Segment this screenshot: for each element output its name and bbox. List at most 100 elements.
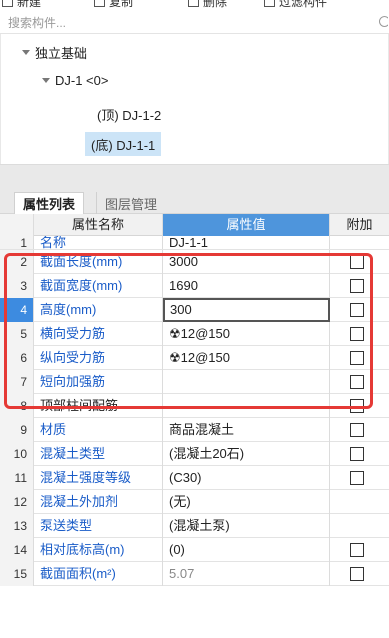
extra-checkbox[interactable]: [350, 375, 364, 389]
search-icon[interactable]: [379, 15, 388, 27]
extra-cell: [330, 490, 389, 514]
table-row[interactable]: 14 相对底标高(m) (0): [0, 538, 389, 562]
panel-splitter[interactable]: [0, 164, 389, 186]
property-name: 截面宽度(mm): [34, 274, 163, 298]
property-value[interactable]: (C30): [163, 466, 330, 490]
property-name: 高度(mm): [34, 298, 163, 322]
table-row[interactable]: 10 混凝土类型 (混凝土20石): [0, 442, 389, 466]
extra-checkbox[interactable]: [350, 303, 364, 317]
delete-icon: [188, 0, 199, 7]
property-name: 纵向受力筋: [34, 346, 163, 370]
extra-cell: [330, 562, 389, 586]
extra-cell: [330, 466, 389, 490]
property-value[interactable]: (混凝土泵): [163, 514, 330, 538]
new-icon: [2, 0, 13, 7]
property-name: 混凝土类型: [34, 442, 163, 466]
extra-checkbox[interactable]: [350, 351, 364, 365]
toolbar: 新建 复制 删除 过滤构件: [0, 0, 389, 12]
property-value[interactable]: 1690: [163, 274, 330, 298]
extra-checkbox[interactable]: [350, 543, 364, 557]
extra-cell: [330, 418, 389, 442]
property-value-editor[interactable]: 300: [163, 298, 330, 322]
tree-node-dj1[interactable]: DJ-1 <0>: [41, 68, 108, 92]
table-row[interactable]: 12 混凝土外加剂 (无): [0, 490, 389, 514]
grid-header: 属性名称 属性值 附加: [0, 214, 389, 236]
extra-checkbox[interactable]: [350, 471, 364, 485]
property-name: 截面面积(m²): [34, 562, 163, 586]
row-number: 1: [0, 236, 34, 249]
filter-label: 过滤构件: [279, 0, 328, 9]
tree-leaf-bottom-label: (底) DJ-1-1: [91, 137, 156, 153]
property-value[interactable]: (混凝土20石): [163, 442, 330, 466]
row-number: 6: [0, 346, 34, 370]
extra-cell: [330, 298, 389, 322]
expand-icon[interactable]: [41, 75, 51, 85]
table-row[interactable]: 6 纵向受力筋 ☢12@150: [0, 346, 389, 370]
extra-cell: [330, 370, 389, 394]
property-value[interactable]: (无): [163, 490, 330, 514]
new-button[interactable]: 新建: [2, 0, 41, 9]
property-value[interactable]: DJ-1-1: [163, 236, 330, 249]
table-row[interactable]: 2 截面长度(mm) 3000: [0, 250, 389, 274]
table-row[interactable]: 7 短向加强筋: [0, 370, 389, 394]
extra-cell: [330, 538, 389, 562]
table-row[interactable]: 8 顶部柱间配筋: [0, 394, 389, 418]
filter-button[interactable]: 过滤构件: [264, 0, 327, 9]
search-input[interactable]: [0, 12, 389, 34]
extra-checkbox[interactable]: [350, 447, 364, 461]
row-number: 3: [0, 274, 34, 298]
table-row[interactable]: 5 横向受力筋 ☢12@150: [0, 322, 389, 346]
tree-leaf-top-label: (顶) DJ-1-2: [97, 107, 162, 123]
table-row[interactable]: 9 材质 商品混凝土: [0, 418, 389, 442]
property-name: 名称: [34, 236, 163, 249]
delete-button[interactable]: 删除: [188, 0, 227, 9]
extra-checkbox[interactable]: [350, 567, 364, 581]
property-name: 顶部柱间配筋: [34, 394, 163, 418]
property-name: 混凝土外加剂: [34, 490, 163, 514]
table-row-selected[interactable]: 4 高度(mm) 300: [0, 298, 389, 322]
header-extra[interactable]: 附加: [330, 214, 389, 236]
property-value[interactable]: ☢12@150: [163, 322, 330, 346]
property-value[interactable]: 商品混凝土: [163, 418, 330, 442]
property-value[interactable]: (0): [163, 538, 330, 562]
property-name: 横向受力筋: [34, 322, 163, 346]
extra-cell: [330, 346, 389, 370]
header-name[interactable]: 属性名称: [34, 214, 163, 236]
extra-checkbox[interactable]: [350, 423, 364, 437]
tree-node-dj1-label: DJ-1 <0>: [55, 72, 109, 88]
table-row[interactable]: 3 截面宽度(mm) 1690: [0, 274, 389, 298]
table-row[interactable]: 11 混凝土强度等级 (C30): [0, 466, 389, 490]
search-bar: [0, 12, 389, 34]
tab-layer-management[interactable]: 图层管理: [96, 192, 165, 214]
extra-cell: [330, 322, 389, 346]
property-grid: 属性名称 属性值 附加 1 名称 DJ-1-1 2 截面长度(mm) 3000 …: [0, 214, 389, 638]
tab-property-list[interactable]: 属性列表: [14, 192, 85, 214]
row-number: 12: [0, 490, 34, 514]
extra-checkbox[interactable]: [350, 327, 364, 341]
property-value[interactable]: 5.07: [163, 562, 330, 586]
tree-node-root[interactable]: 独立基础: [21, 40, 87, 64]
table-row[interactable]: 13 泵送类型 (混凝土泵): [0, 514, 389, 538]
header-value[interactable]: 属性值: [163, 214, 330, 236]
row-number: 15: [0, 562, 34, 586]
row-number: 5: [0, 322, 34, 346]
tree-leaf-bottom[interactable]: (底) DJ-1-1: [85, 132, 162, 156]
property-name: 材质: [34, 418, 163, 442]
extra-checkbox[interactable]: [350, 255, 364, 269]
property-name: 泵送类型: [34, 514, 163, 538]
property-value[interactable]: [163, 370, 330, 394]
expand-icon[interactable]: [21, 47, 31, 57]
header-corner: [0, 214, 34, 236]
copy-button[interactable]: 复制: [94, 0, 133, 9]
table-row[interactable]: 1 名称 DJ-1-1: [0, 236, 389, 250]
row-number: 2: [0, 250, 34, 274]
extra-checkbox[interactable]: [350, 399, 364, 413]
tree-leaf-top[interactable]: (顶) DJ-1-2: [91, 102, 161, 126]
property-value[interactable]: ☢12@150: [163, 346, 330, 370]
tab-bar: 属性列表 图层管理: [0, 186, 389, 214]
table-row[interactable]: 15 截面面积(m²) 5.07: [0, 562, 389, 586]
copy-label: 复制: [109, 0, 134, 9]
property-value[interactable]: [163, 394, 330, 418]
extra-checkbox[interactable]: [350, 279, 364, 293]
property-value[interactable]: 3000: [163, 250, 330, 274]
